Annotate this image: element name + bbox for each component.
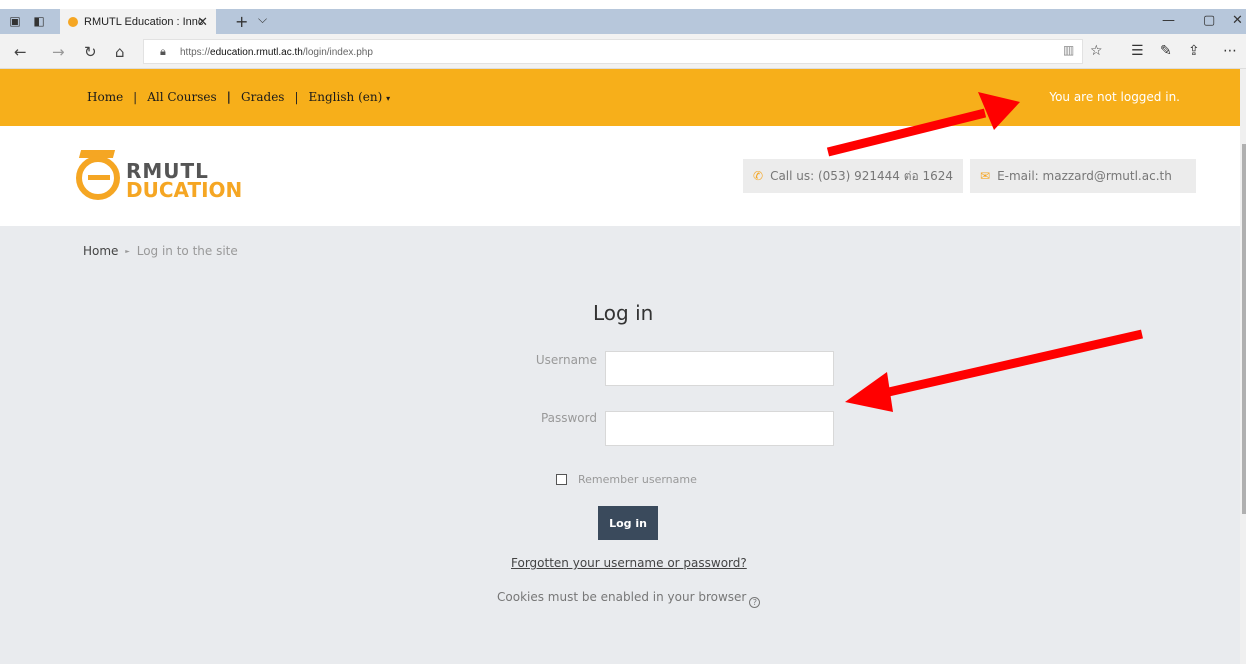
nav-all-courses-link[interactable]: All Courses — [147, 90, 216, 104]
refresh-icon[interactable]: ↻ — [84, 43, 97, 61]
nav-home-link[interactable]: Home — [87, 90, 123, 104]
site-nav-links: Home | All Courses | Grades | English (e… — [87, 90, 390, 104]
new-tab-button[interactable]: + — [235, 12, 248, 31]
username-label: Username — [535, 353, 597, 367]
site-favicon-icon — [68, 16, 78, 27]
nav-separator: | — [294, 90, 299, 104]
logo-text-education: DUCATION — [126, 178, 243, 202]
remember-username-row[interactable]: Remember username — [556, 473, 697, 486]
breadcrumb: Home ► Log in to the site — [83, 244, 238, 258]
remember-username-checkbox[interactable] — [556, 474, 567, 485]
nav-separator: | — [226, 90, 232, 104]
share-icon[interactable]: ⇪ — [1188, 43, 1200, 59]
call-us-text: Call us: (053) 921444 ต่อ 1624 — [770, 168, 954, 183]
main-content: Home ► Log in to the site Log in Usernam… — [0, 226, 1240, 664]
breadcrumb-home-link[interactable]: Home — [83, 244, 118, 258]
language-menu[interactable]: English (en) ▾ — [309, 90, 391, 104]
cookies-note: Cookies must be enabled in your browser? — [497, 590, 761, 608]
scrollbar-thumb[interactable] — [1242, 144, 1246, 514]
login-status-text: You are not logged in. — [1049, 90, 1180, 104]
browser-tab[interactable]: RMUTL Education : Innc ✕ — [60, 9, 216, 34]
help-icon[interactable]: ? — [749, 597, 761, 608]
close-window-button[interactable]: ✕ — [1232, 13, 1243, 28]
envelope-icon: ✉ — [980, 169, 991, 183]
document-caption-strip — [0, 0, 1246, 9]
forward-arrow-icon[interactable]: → — [52, 43, 65, 61]
more-menu-icon[interactable]: ⋯ — [1223, 43, 1237, 59]
caret-down-icon: ▾ — [386, 94, 391, 103]
email-text: E-mail: mazzard@rmutl.ac.th — [997, 169, 1172, 183]
breadcrumb-separator: ► — [125, 248, 130, 255]
web-note-icon[interactable]: ✎ — [1160, 43, 1172, 59]
username-input[interactable] — [605, 351, 834, 386]
browser-tab-bar: ▣ ◧ RMUTL Education : Innc ✕ + ⌵ — ▢ ✕ — [0, 9, 1246, 34]
remember-username-label: Remember username — [578, 473, 697, 486]
nav-separator: | — [133, 90, 138, 104]
lock-icon: 🔒︎ — [160, 45, 166, 58]
tab-close-icon[interactable]: ✕ — [197, 14, 208, 30]
maximize-button[interactable]: ▢ — [1203, 13, 1215, 28]
address-toolbar: ← → ↻ ⌂ 🔒︎ https://education.rmutl.ac.th… — [0, 34, 1246, 69]
url-text[interactable]: https://education.rmutl.ac.th/login/inde… — [180, 47, 373, 58]
minimize-button[interactable]: — — [1162, 13, 1175, 28]
tab-actions-icon[interactable]: ▣ — [8, 14, 22, 28]
call-us-box: ✆ Call us: (053) 921444 ต่อ 1624 — [743, 159, 964, 193]
email-box[interactable]: ✉ E-mail: mazzard@rmutl.ac.th — [970, 159, 1196, 193]
nav-grades-link[interactable]: Grades — [241, 90, 284, 104]
site-logo[interactable]: RMUTL DUCATION — [76, 148, 276, 203]
tab-aside-icon[interactable]: ◧ — [32, 14, 46, 28]
page: ▣ ◧ RMUTL Education : Innc ✕ + ⌵ — ▢ ✕ ←… — [0, 0, 1246, 664]
favorites-hub-icon[interactable]: ☰ — [1131, 43, 1144, 59]
tab-title: RMUTL Education : Innc — [84, 15, 204, 28]
breadcrumb-current: Log in to the site — [136, 244, 238, 258]
cookies-note-text: Cookies must be enabled in your browser — [497, 590, 747, 604]
phone-icon: ✆ — [753, 169, 764, 183]
login-title: Log in — [593, 301, 654, 325]
forgot-password-link[interactable]: Forgotten your username or password? — [511, 556, 747, 570]
logo-e-mark — [76, 156, 120, 200]
password-label: Password — [540, 411, 597, 425]
back-arrow-icon[interactable]: ← — [14, 43, 27, 61]
login-button[interactable]: Log in — [598, 506, 658, 540]
favorite-star-icon[interactable]: ☆ — [1090, 43, 1103, 59]
reading-view-icon[interactable]: ▥ — [1063, 43, 1074, 57]
password-input[interactable] — [605, 411, 834, 446]
site-header: RMUTL DUCATION ✆ Call us: (053) 921444 ต… — [0, 126, 1240, 226]
home-icon[interactable]: ⌂ — [115, 43, 125, 61]
tab-list-chevron-icon[interactable]: ⌵ — [258, 12, 267, 27]
site-navbar: Home | All Courses | Grades | English (e… — [0, 69, 1240, 126]
page-scrollbar[interactable] — [1240, 69, 1246, 664]
